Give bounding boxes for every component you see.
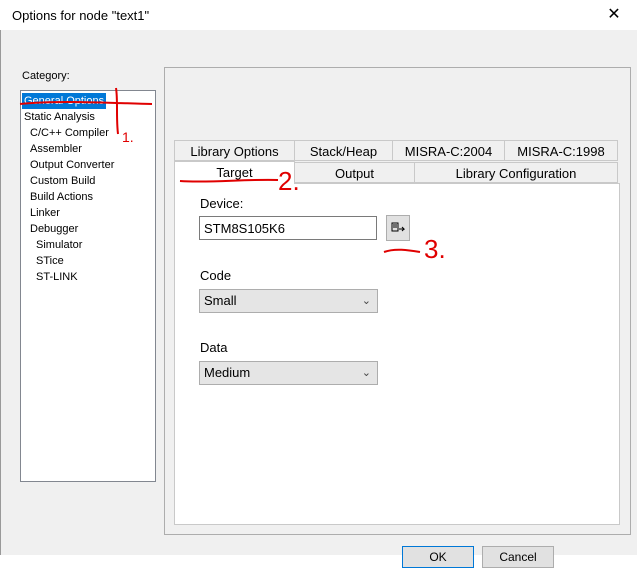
tab-misra-c-1998[interactable]: MISRA-C:1998 xyxy=(504,140,618,161)
title-bar: Options for node "text1" ✕ xyxy=(0,0,637,30)
category-item-linker[interactable]: Linker xyxy=(28,205,62,221)
close-icon[interactable]: ✕ xyxy=(599,2,629,28)
chevron-down-icon: ⌄ xyxy=(361,295,371,307)
code-model-select[interactable]: Small ⌄ xyxy=(199,289,378,313)
category-item-c-cpp-compiler[interactable]: C/C++ Compiler xyxy=(28,125,111,141)
data-model-select[interactable]: Medium ⌄ xyxy=(199,361,378,385)
category-label: Category: xyxy=(22,70,70,82)
category-item-static-analysis[interactable]: Static Analysis xyxy=(22,109,97,125)
select-device-icon xyxy=(391,222,405,232)
cancel-button[interactable]: Cancel xyxy=(482,546,554,568)
category-item-general-options[interactable]: General Options xyxy=(22,93,107,109)
chevron-down-icon: ⌄ xyxy=(361,367,371,379)
data-model-value: Medium xyxy=(204,365,251,380)
category-item-build-actions[interactable]: Build Actions xyxy=(28,189,95,205)
ok-button[interactable]: OK xyxy=(402,546,474,568)
category-item-custom-build[interactable]: Custom Build xyxy=(28,173,97,189)
tab-output[interactable]: Output xyxy=(294,162,415,183)
category-item-st-link[interactable]: ST-LINK xyxy=(34,269,80,285)
device-browse-button[interactable] xyxy=(386,215,410,241)
category-item-output-converter[interactable]: Output Converter xyxy=(28,157,116,173)
device-field[interactable]: STM8S105K6 xyxy=(199,216,377,240)
data-label: Data xyxy=(200,340,228,355)
tab-library-configuration[interactable]: Library Configuration xyxy=(414,162,618,183)
device-label: Device: xyxy=(200,196,244,211)
tab-target[interactable]: Target xyxy=(174,161,295,184)
category-item-assembler[interactable]: Assembler xyxy=(28,141,84,157)
tab-misra-c-2004[interactable]: MISRA-C:2004 xyxy=(392,140,505,161)
category-item-debugger[interactable]: Debugger xyxy=(28,221,80,237)
code-label: Code xyxy=(200,268,232,283)
tab-stack-heap[interactable]: Stack/Heap xyxy=(294,140,393,161)
category-list[interactable]: General Options Static Analysis C/C++ Co… xyxy=(20,90,156,482)
category-item-stice[interactable]: STice xyxy=(34,253,66,269)
category-item-simulator[interactable]: Simulator xyxy=(34,237,84,253)
window-title: Options for node "text1" xyxy=(12,8,150,23)
tab-library-options[interactable]: Library Options xyxy=(174,140,295,161)
code-model-value: Small xyxy=(204,293,237,308)
